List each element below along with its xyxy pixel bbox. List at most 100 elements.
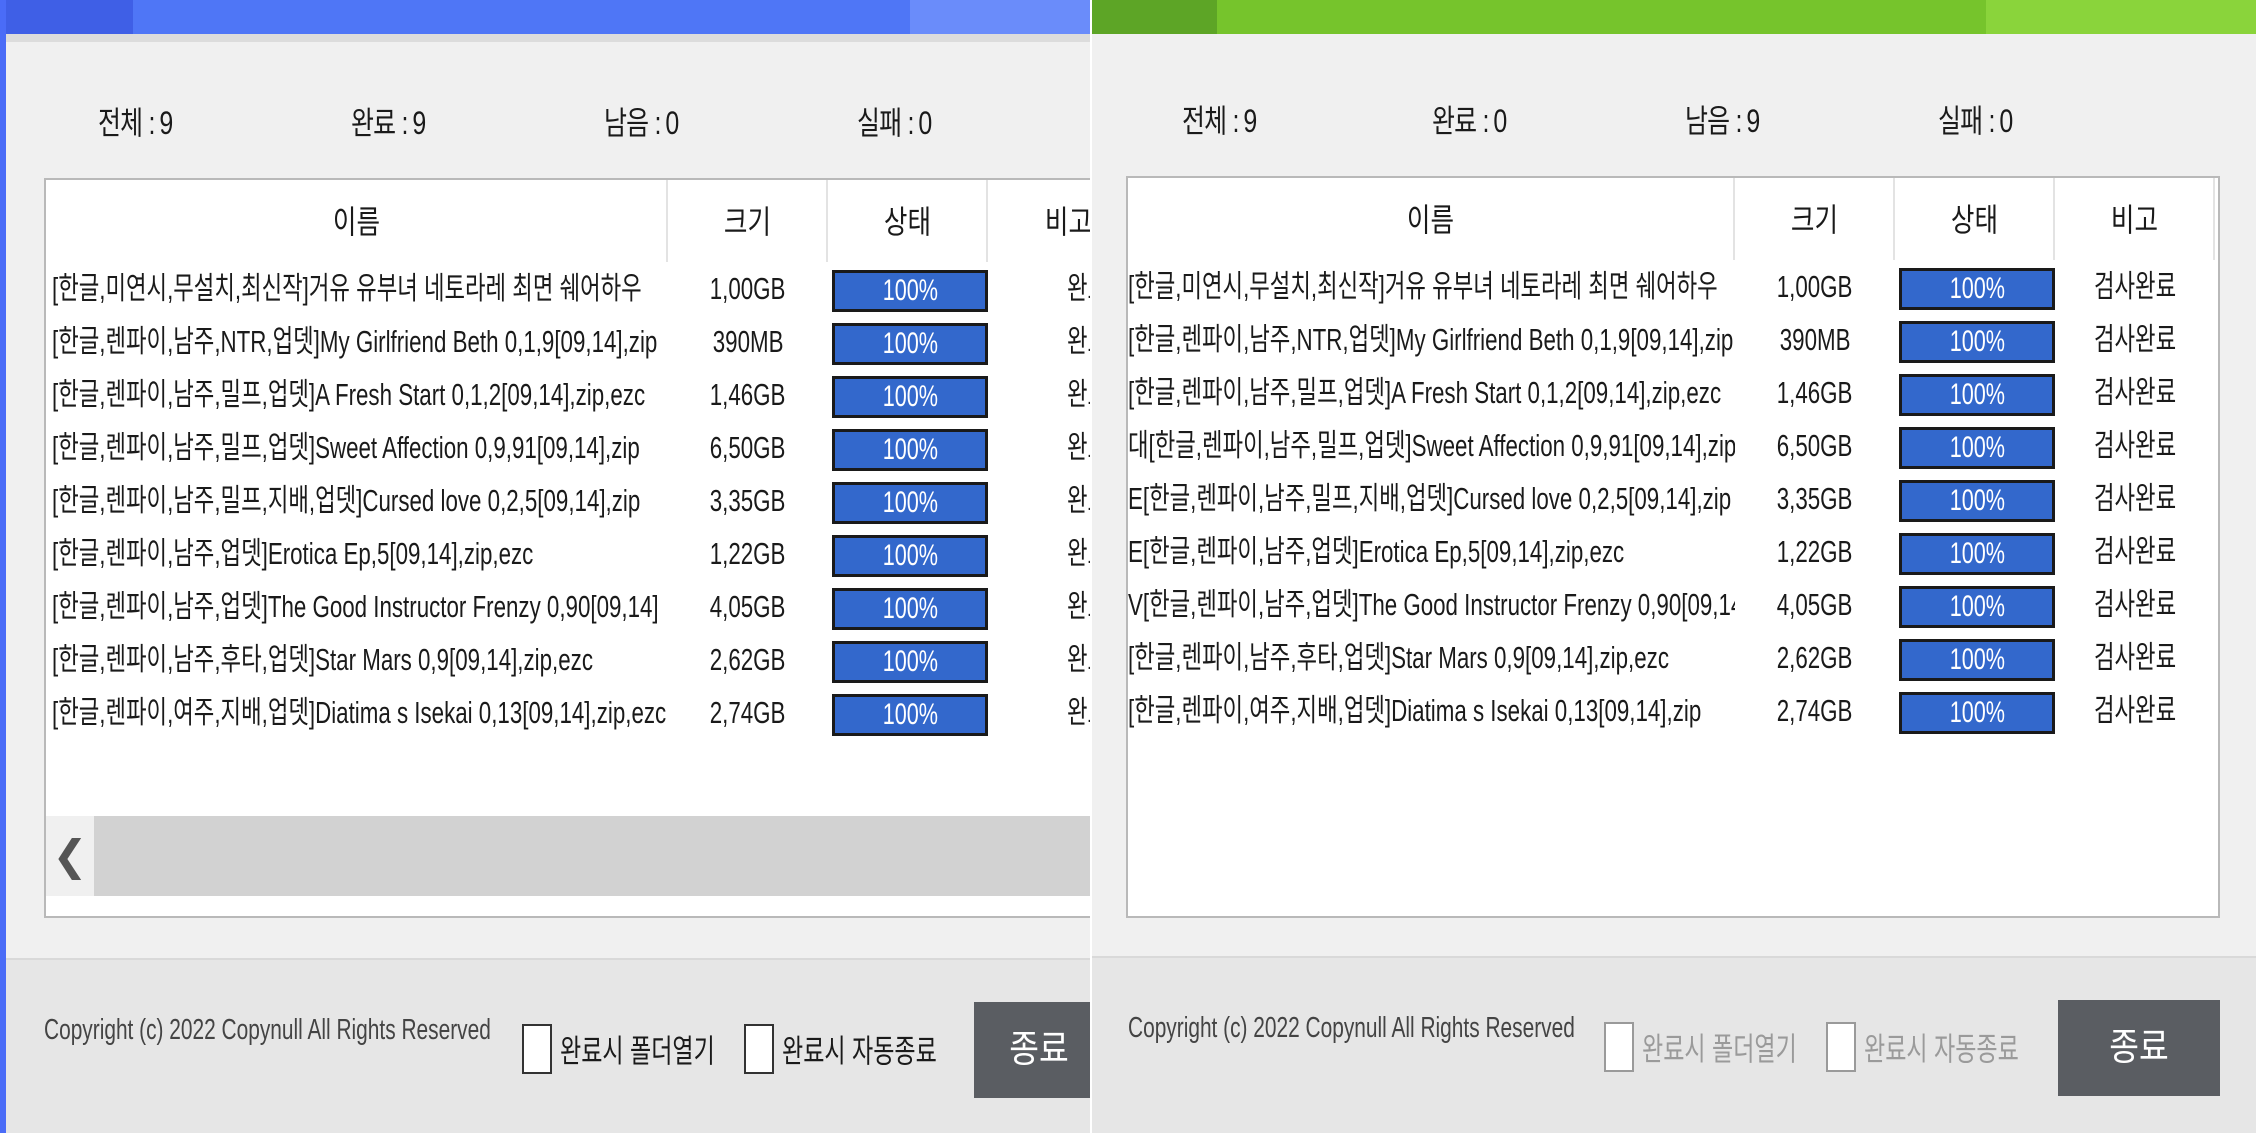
status-note: 완료 [1067, 430, 1090, 465]
list-item[interactable]: E[한글,렌파이,남주,밀프,지배,업뎃]Cursed love 0,2,5[0… [1128, 472, 2218, 525]
left-window: 전체 :9 완료 :9 남음 :0 실패 :0 이름 크기 상태 비고 [한글,… [0, 0, 1090, 1133]
list-item[interactable]: [한글,렌파이,남주,후타,업뎃]Star Mars 0,9[09,14],zi… [46, 633, 1090, 686]
file-size: 3,35GB [1777, 481, 1853, 516]
file-name: [한글,렌파이,남주,후타,업뎃]Star Mars 0,9[09,14],zi… [52, 642, 593, 677]
title-bar[interactable] [1092, 0, 2256, 34]
list-item[interactable]: [한글,렌파이,여주,지배,업뎃]Diatima s Isekai 0,13[0… [46, 686, 1090, 739]
progress-bar: 100% [1899, 321, 2055, 363]
progress-bar: 100% [832, 429, 988, 471]
progress-bar: 100% [832, 323, 988, 365]
list-item[interactable]: [한글,렌파이,여주,지배,업뎃]Diatima s Isekai 0,13[0… [1128, 684, 2218, 737]
exit-button[interactable]: 종료 [974, 1002, 1090, 1098]
auto-exit-checkbox[interactable]: 완료시 자동종료 [744, 1024, 997, 1074]
stat-total: 전체 :9 [1182, 103, 1257, 139]
column-header-status[interactable]: 상태 [828, 180, 988, 262]
file-size: 2,62GB [710, 642, 786, 677]
file-size: 390MB [712, 324, 784, 359]
exit-button[interactable]: 종료 [2058, 1000, 2220, 1096]
horizontal-scrollbar[interactable]: ❮ [46, 816, 1090, 896]
list-item[interactable]: [한글,렌파이,남주,밀프,업뎃]A Fresh Start 0,1,2[09,… [46, 368, 1090, 421]
list-item[interactable]: [한글,미연시,무설치,최신작]거유 유부녀 네토라레 최면 쉐어하우 1,00G… [46, 262, 1090, 315]
file-name: [한글,렌파이,남주,밀프,업뎃]Sweet Affection 0,9,91[… [52, 430, 640, 465]
status-note: 완료 [1067, 271, 1090, 306]
column-header-size[interactable]: 크기 [668, 180, 828, 262]
list-item[interactable]: [한글,렌파이,남주,업뎃]Erotica Ep,5[09,14],zip,ez… [46, 527, 1090, 580]
stat-total: 전체 :9 [98, 105, 173, 141]
file-name: [한글,렌파이,남주,밀프,업뎃]A Fresh Start 0,1,2[09,… [1128, 375, 1722, 410]
list-item[interactable]: [한글,렌파이,남주,밀프,업뎃]Sweet Affection 0,9,91[… [46, 421, 1090, 474]
stat-remain: 남음 :9 [1685, 103, 1760, 139]
open-folder-label: 완료시 폴더열기 [560, 1033, 715, 1069]
status-note: 검사완료 [2093, 481, 2177, 516]
column-header-note[interactable]: 비고 [2055, 178, 2215, 260]
status-note: 완료 [1067, 324, 1090, 359]
file-name: E[한글,렌파이,남주,밀프,지배,업뎃]Cursed love 0,2,5[0… [1128, 481, 1732, 516]
auto-exit-label: 완료시 자동종료 [782, 1033, 937, 1069]
file-size: 1,22GB [710, 536, 786, 571]
right-window: 전체 :9 완료 :0 남음 :9 실패 :0 이름 크기 상태 비고 [한글,… [1092, 0, 2256, 1133]
file-size: 1,22GB [1777, 534, 1853, 569]
progress-bar: 100% [832, 482, 988, 524]
file-list[interactable]: 이름 크기 상태 비고 [한글,미연시,무설치,최신작]거유 유부녀 네토라레 … [1126, 176, 2220, 918]
status-note: 완료 [1067, 377, 1090, 412]
stats-bar: 전체 :9 완료 :9 남음 :0 실패 :0 [6, 98, 1090, 148]
stat-fail: 실패 :0 [857, 105, 932, 141]
file-size: 4,05GB [1777, 587, 1853, 622]
file-size: 2,62GB [1777, 640, 1853, 675]
status-note: 검사완료 [2093, 534, 2177, 569]
checkbox-box[interactable] [744, 1024, 774, 1074]
stat-done: 완료 :9 [351, 105, 426, 141]
list-item[interactable]: [한글,렌파이,남주,NTR,업뎃]My Girlfriend Beth 0,1… [1128, 313, 2218, 366]
file-name: E[한글,렌파이,남주,업뎃]Erotica Ep,5[09,14],zip,e… [1128, 534, 1625, 569]
column-header-status[interactable]: 상태 [1895, 178, 2055, 260]
checkbox-box[interactable] [522, 1024, 552, 1074]
list-item[interactable]: [한글,렌파이,남주,밀프,지배,업뎃]Cursed love 0,2,5[09… [46, 474, 1090, 527]
file-size: 6,50GB [710, 430, 786, 465]
progress-bar: 100% [1899, 427, 2055, 469]
footer: Copyright (c) 2022 Copynull All Rights R… [6, 958, 1090, 1133]
list-item[interactable]: [한글,렌파이,남주,밀프,업뎃]A Fresh Start 0,1,2[09,… [1128, 366, 2218, 419]
stat-done: 완료 :0 [1432, 103, 1507, 139]
open-folder-label: 완료시 폴더열기 [1642, 1031, 1797, 1067]
list-item[interactable]: 대[한글,렌파이,남주,밀프,업뎃]Sweet Affection 0,9,91… [1128, 419, 2218, 472]
progress-bar: 100% [1899, 533, 2055, 575]
file-name: [한글,렌파이,남주,밀프,지배,업뎃]Cursed love 0,2,5[09… [52, 483, 641, 518]
file-list[interactable]: 이름 크기 상태 비고 [한글,미연시,무설치,최신작]거유 유부녀 네토라레 … [44, 178, 1090, 918]
column-header-size[interactable]: 크기 [1735, 178, 1895, 260]
file-size: 1,00GB [710, 271, 786, 306]
progress-bar: 100% [1899, 639, 2055, 681]
list-item[interactable]: [한글,렌파이,남주,후타,업뎃]Star Mars 0,9[09,14],zi… [1128, 631, 2218, 684]
progress-bar: 100% [1899, 586, 2055, 628]
checkbox-box[interactable] [1604, 1022, 1634, 1072]
status-note: 완료 [1067, 642, 1090, 677]
status-note: 완료 [1067, 483, 1090, 518]
list-item[interactable]: V[한글,렌파이,남주,업뎃]The Good Instructor Frenz… [1128, 578, 2218, 631]
stats-bar: 전체 :9 완료 :0 남음 :9 실패 :0 [1092, 96, 2256, 146]
file-name: V[한글,렌파이,남주,업뎃]The Good Instructor Frenz… [1128, 587, 1735, 622]
open-folder-checkbox[interactable]: 완료시 폴더열기 [522, 1024, 775, 1074]
file-size: 4,05GB [710, 589, 786, 624]
column-header-note[interactable]: 비고 [988, 180, 1090, 262]
auto-exit-checkbox[interactable]: 완료시 자동종료 [1826, 1022, 2079, 1072]
file-name: [한글,렌파이,여주,지배,업뎃]Diatima s Isekai 0,13[0… [1128, 693, 1702, 728]
progress-bar: 100% [1899, 374, 2055, 416]
file-name: [한글,렌파이,남주,업뎃]The Good Instructor Frenzy… [52, 589, 659, 624]
status-note: 완료 [1067, 589, 1090, 624]
status-note: 완료 [1067, 695, 1090, 730]
list-item[interactable]: E[한글,렌파이,남주,업뎃]Erotica Ep,5[09,14],zip,e… [1128, 525, 2218, 578]
title-bar[interactable] [6, 0, 1090, 34]
progress-bar: 100% [832, 535, 988, 577]
list-item[interactable]: [한글,렌파이,남주,업뎃]The Good Instructor Frenzy… [46, 580, 1090, 633]
scroll-left-arrow-icon[interactable]: ❮ [46, 816, 94, 896]
column-header-name[interactable]: 이름 [46, 180, 668, 262]
progress-bar: 100% [832, 694, 988, 736]
checkbox-box[interactable] [1826, 1022, 1856, 1072]
progress-bar: 100% [1899, 480, 2055, 522]
list-item[interactable]: [한글,렌파이,남주,NTR,업뎃]My Girlfriend Beth 0,1… [46, 315, 1090, 368]
column-header-name[interactable]: 이름 [1128, 178, 1735, 260]
file-size: 390MB [1779, 322, 1851, 357]
open-folder-checkbox[interactable]: 완료시 폴더열기 [1604, 1022, 1857, 1072]
list-item[interactable]: [한글,미연시,무설치,최신작]거유 유부녀 네토라레 최면 쉐어하우 1,00G… [1128, 260, 2218, 313]
file-name: [한글,렌파이,남주,NTR,업뎃]My Girlfriend Beth 0,1… [52, 324, 658, 359]
progress-bar: 100% [832, 270, 988, 312]
